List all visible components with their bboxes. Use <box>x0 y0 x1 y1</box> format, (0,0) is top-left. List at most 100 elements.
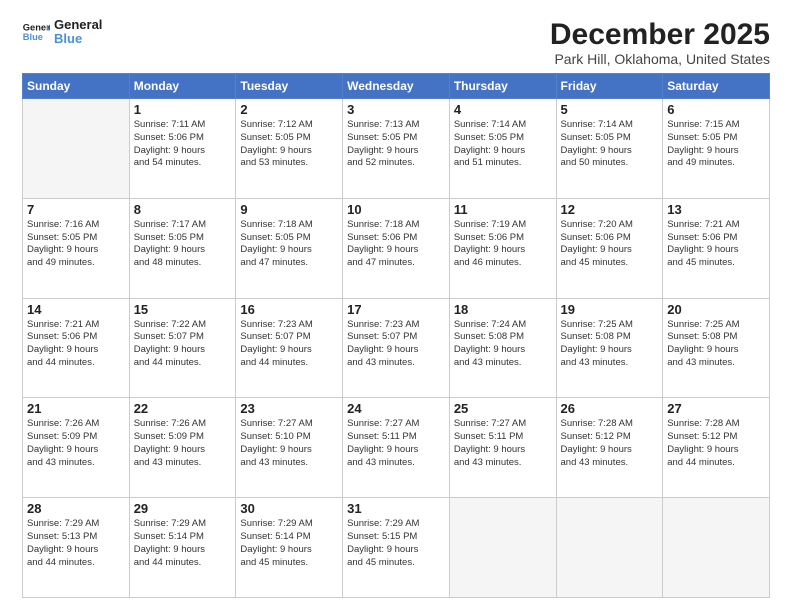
calendar-cell: 26 Sunrise: 7:28 AMSunset: 5:12 PMDayligh… <box>556 398 663 498</box>
day-info: Sunrise: 7:29 AMSunset: 5:14 PMDaylight:… <box>240 518 338 569</box>
week-row-3: 14Sunrise: 7:21 AMSunset: 5:06 PMDayligh… <box>23 298 770 398</box>
calendar-cell: 15 Sunrise: 7:22 AMSunset: 5:07 PMDayligh… <box>129 298 236 398</box>
calendar-cell: 27Sunrise: 7:28 AMSunset: 5:12 PMDayligh… <box>663 398 770 498</box>
calendar-cell: 30 Sunrise: 7:29 AMSunset: 5:14 PMDayligh… <box>236 498 343 598</box>
day-number: 31 <box>347 501 445 516</box>
day-info: Sunrise: 7:19 AMSunset: 5:06 PMDaylight:… <box>454 219 552 270</box>
day-info: Sunrise: 7:20 AMSunset: 5:06 PMDaylight:… <box>561 219 659 270</box>
day-info: Sunrise: 7:27 AMSunset: 5:11 PMDaylight:… <box>347 418 445 469</box>
day-number: 20 <box>667 302 765 317</box>
day-number: 26 <box>561 401 659 416</box>
day-number: 24 <box>347 401 445 416</box>
weekday-header-row: SundayMondayTuesdayWednesdayThursdayFrid… <box>23 74 770 99</box>
day-number: 9 <box>240 202 338 217</box>
day-number: 17 <box>347 302 445 317</box>
day-info: Sunrise: 7:27 AMSunset: 5:10 PMDaylight:… <box>240 418 338 469</box>
day-number: 22 <box>134 401 232 416</box>
weekday-header-monday: Monday <box>129 74 236 99</box>
day-info: Sunrise: 7:22 AMSunset: 5:07 PMDaylight:… <box>134 319 232 370</box>
calendar-cell: 11Sunrise: 7:19 AMSunset: 5:06 PMDayligh… <box>449 198 556 298</box>
calendar-cell: 28 Sunrise: 7:29 AMSunset: 5:13 PMDayligh… <box>23 498 130 598</box>
weekday-header-wednesday: Wednesday <box>343 74 450 99</box>
weekday-header-sunday: Sunday <box>23 74 130 99</box>
calendar-cell: 19Sunrise: 7:25 AMSunset: 5:08 PMDayligh… <box>556 298 663 398</box>
day-info: Sunrise: 7:28 AMSunset: 5:12 PMDaylight:… <box>667 418 765 469</box>
day-info: Sunrise: 7:21 AMSunset: 5:06 PMDaylight:… <box>667 219 765 270</box>
calendar-cell: 12 Sunrise: 7:20 AMSunset: 5:06 PMDayligh… <box>556 198 663 298</box>
day-info: Sunrise: 7:23 AMSunset: 5:07 PMDaylight:… <box>240 319 338 370</box>
day-info: Sunrise: 7:28 AMSunset: 5:12 PMDaylight:… <box>561 418 659 469</box>
day-info: Sunrise: 7:29 AMSunset: 5:13 PMDaylight:… <box>27 518 125 569</box>
day-info: Sunrise: 7:26 AMSunset: 5:09 PMDaylight:… <box>27 418 125 469</box>
day-info: Sunrise: 7:29 AMSunset: 5:14 PMDaylight:… <box>134 518 232 569</box>
day-number: 8 <box>134 202 232 217</box>
calendar: SundayMondayTuesdayWednesdayThursdayFrid… <box>22 73 770 598</box>
day-info: Sunrise: 7:26 AMSunset: 5:09 PMDaylight:… <box>134 418 232 469</box>
day-info: Sunrise: 7:15 AMSunset: 5:05 PMDaylight:… <box>667 119 765 170</box>
calendar-cell: 7 Sunrise: 7:16 AMSunset: 5:05 PMDaylight… <box>23 198 130 298</box>
calendar-cell: 21 Sunrise: 7:26 AMSunset: 5:09 PMDayligh… <box>23 398 130 498</box>
day-info: Sunrise: 7:25 AMSunset: 5:08 PMDaylight:… <box>667 319 765 370</box>
day-info: Sunrise: 7:16 AMSunset: 5:05 PMDaylight:… <box>27 219 125 270</box>
logo-icon: General Blue <box>22 18 50 46</box>
title-block: December 2025 Park Hill, Oklahoma, Unite… <box>550 18 770 67</box>
calendar-cell <box>663 498 770 598</box>
day-number: 29 <box>134 501 232 516</box>
calendar-cell: 3Sunrise: 7:13 AMSunset: 5:05 PMDaylight… <box>343 99 450 199</box>
calendar-cell: 17 Sunrise: 7:23 AMSunset: 5:07 PMDayligh… <box>343 298 450 398</box>
calendar-cell: 31 Sunrise: 7:29 AMSunset: 5:15 PMDayligh… <box>343 498 450 598</box>
calendar-cell: 1Sunrise: 7:11 AMSunset: 5:06 PMDaylight… <box>129 99 236 199</box>
week-row-4: 21 Sunrise: 7:26 AMSunset: 5:09 PMDayligh… <box>23 398 770 498</box>
day-info: Sunrise: 7:12 AMSunset: 5:05 PMDaylight:… <box>240 119 338 170</box>
calendar-cell: 13 Sunrise: 7:21 AMSunset: 5:06 PMDayligh… <box>663 198 770 298</box>
day-info: Sunrise: 7:18 AMSunset: 5:05 PMDaylight:… <box>240 219 338 270</box>
day-number: 4 <box>454 102 552 117</box>
subtitle: Park Hill, Oklahoma, United States <box>550 51 770 67</box>
day-number: 21 <box>27 401 125 416</box>
day-info: Sunrise: 7:29 AMSunset: 5:15 PMDaylight:… <box>347 518 445 569</box>
day-number: 15 <box>134 302 232 317</box>
day-info: Sunrise: 7:17 AMSunset: 5:05 PMDaylight:… <box>134 219 232 270</box>
logo: General Blue General Blue <box>22 18 102 47</box>
calendar-cell: 9 Sunrise: 7:18 AMSunset: 5:05 PMDaylight… <box>236 198 343 298</box>
day-info: Sunrise: 7:25 AMSunset: 5:08 PMDaylight:… <box>561 319 659 370</box>
day-number: 7 <box>27 202 125 217</box>
svg-text:General: General <box>23 23 50 33</box>
main-title: December 2025 <box>550 18 770 51</box>
day-number: 3 <box>347 102 445 117</box>
day-number: 2 <box>240 102 338 117</box>
week-row-2: 7 Sunrise: 7:16 AMSunset: 5:05 PMDaylight… <box>23 198 770 298</box>
day-number: 16 <box>240 302 338 317</box>
logo-text-blue: Blue <box>54 32 102 46</box>
header: General Blue General Blue December 2025 … <box>22 18 770 67</box>
weekday-header-thursday: Thursday <box>449 74 556 99</box>
day-number: 12 <box>561 202 659 217</box>
logo-text-general: General <box>54 18 102 32</box>
day-info: Sunrise: 7:14 AMSunset: 5:05 PMDaylight:… <box>454 119 552 170</box>
day-info: Sunrise: 7:27 AMSunset: 5:11 PMDaylight:… <box>454 418 552 469</box>
day-number: 30 <box>240 501 338 516</box>
calendar-cell <box>556 498 663 598</box>
day-number: 14 <box>27 302 125 317</box>
calendar-cell: 22 Sunrise: 7:26 AMSunset: 5:09 PMDayligh… <box>129 398 236 498</box>
calendar-cell: 18 Sunrise: 7:24 AMSunset: 5:08 PMDayligh… <box>449 298 556 398</box>
day-number: 5 <box>561 102 659 117</box>
svg-text:Blue: Blue <box>23 32 43 42</box>
calendar-cell: 20 Sunrise: 7:25 AMSunset: 5:08 PMDayligh… <box>663 298 770 398</box>
day-info: Sunrise: 7:24 AMSunset: 5:08 PMDaylight:… <box>454 319 552 370</box>
day-number: 28 <box>27 501 125 516</box>
calendar-cell: 8 Sunrise: 7:17 AMSunset: 5:05 PMDaylight… <box>129 198 236 298</box>
day-number: 6 <box>667 102 765 117</box>
calendar-cell: 10Sunrise: 7:18 AMSunset: 5:06 PMDayligh… <box>343 198 450 298</box>
calendar-cell <box>449 498 556 598</box>
calendar-cell: 25Sunrise: 7:27 AMSunset: 5:11 PMDayligh… <box>449 398 556 498</box>
day-number: 13 <box>667 202 765 217</box>
week-row-1: 1Sunrise: 7:11 AMSunset: 5:06 PMDaylight… <box>23 99 770 199</box>
day-info: Sunrise: 7:18 AMSunset: 5:06 PMDaylight:… <box>347 219 445 270</box>
calendar-cell: 4 Sunrise: 7:14 AMSunset: 5:05 PMDaylight… <box>449 99 556 199</box>
weekday-header-saturday: Saturday <box>663 74 770 99</box>
calendar-cell: 16 Sunrise: 7:23 AMSunset: 5:07 PMDayligh… <box>236 298 343 398</box>
day-info: Sunrise: 7:23 AMSunset: 5:07 PMDaylight:… <box>347 319 445 370</box>
weekday-header-friday: Friday <box>556 74 663 99</box>
day-number: 18 <box>454 302 552 317</box>
